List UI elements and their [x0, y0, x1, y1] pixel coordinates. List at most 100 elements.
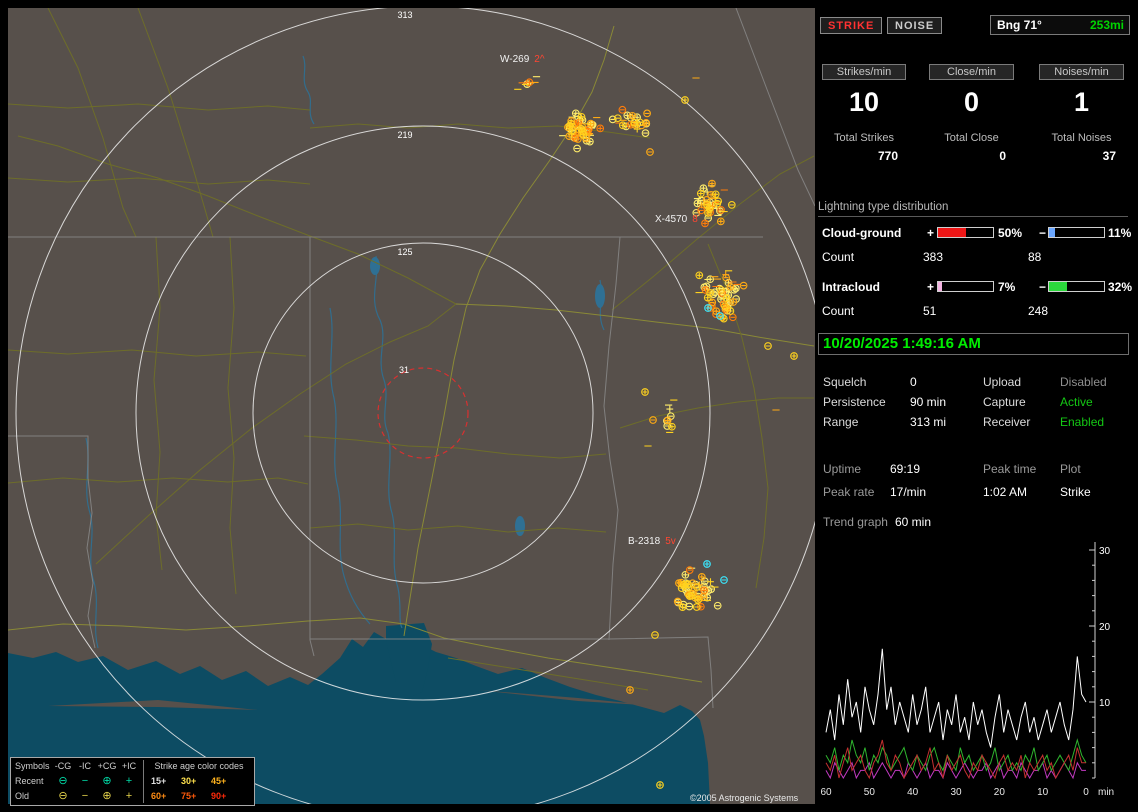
upload-status: Disabled [1060, 375, 1107, 389]
ic-neg-bar [1048, 281, 1105, 292]
svg-text:20: 20 [994, 787, 1006, 798]
status-row-persistence: Persistence 90 min Capture Active [818, 395, 1130, 411]
persistence-label: Persistence [823, 395, 886, 409]
legend-symbols-title: Symbols [15, 759, 50, 773]
session-row-1: Uptime 69:19 Peak time Plot [818, 462, 1130, 478]
svg-text:30: 30 [1099, 546, 1111, 557]
svg-text:0: 0 [1083, 787, 1089, 798]
persistence-value: 90 min [910, 395, 946, 409]
plot-value: Strike [1060, 485, 1091, 499]
age-code-60: 60+ [151, 789, 177, 803]
total-close-label: Total Close [929, 132, 1014, 144]
trend-window-value: 60 min [895, 515, 931, 529]
range-value: 313 mi [910, 415, 946, 429]
upload-label: Upload [983, 375, 1021, 389]
bearing-distance: 253mi [1090, 16, 1124, 34]
recent-neg-cg-icon: ⊖ [53, 774, 73, 788]
plot-label: Plot [1060, 462, 1081, 476]
strikes-per-min-value: 10 [822, 87, 906, 118]
svg-text:10: 10 [1099, 698, 1111, 709]
svg-text:125: 125 [397, 247, 412, 257]
trend-graph-row: Trend graph 60 min [818, 515, 1130, 531]
cg-neg-pct: 11% [1108, 226, 1131, 240]
cg-neg-fill [1049, 228, 1055, 237]
close-per-min-button[interactable]: Close/min [929, 64, 1014, 80]
legend-col-pos-ic: +IC [119, 759, 139, 773]
strike-legend: Symbols -CG -IC +CG +IC Strike age color… [10, 757, 255, 806]
peak-rate-value: 17/min [890, 485, 926, 499]
legend-age-title: Strike age color codes [146, 759, 252, 773]
squelch-label: Squelch [823, 375, 866, 389]
legend-col-pos-cg: +CG [97, 759, 117, 773]
cg-pos-bar [937, 227, 994, 238]
ic-count-label: Count [822, 304, 854, 318]
strikes-per-min-button[interactable]: Strikes/min [822, 64, 906, 80]
squelch-value: 0 [910, 375, 917, 389]
trend-graph-chart: 1020306050403020100min [818, 538, 1130, 804]
noises-per-min-button[interactable]: Noises/min [1039, 64, 1124, 80]
age-code-15: 15+ [151, 774, 177, 788]
svg-text:X-45708`: X-45708` [655, 213, 701, 225]
legend-header-row: Symbols -CG -IC +CG +IC Strike age color… [11, 759, 254, 773]
uptime-label: Uptime [823, 462, 861, 476]
age-code-45: 45+ [211, 774, 237, 788]
legend-col-neg-cg: -CG [53, 759, 73, 773]
recent-pos-cg-icon: ⊕ [97, 774, 117, 788]
peak-rate-label: Peak rate [823, 485, 874, 499]
peak-time-value: 1:02 AM [983, 485, 1027, 499]
noises-per-min-value: 1 [1039, 87, 1124, 118]
capture-status: Active [1060, 395, 1093, 409]
status-row-range: Range 313 mi Receiver Enabled [818, 415, 1130, 431]
svg-text:31: 31 [399, 365, 409, 375]
legend-old-row: Old ⊖ − ⊕ + 60+ 75+ 90+ [11, 789, 254, 803]
ic-pos-bar [937, 281, 994, 292]
minus-sign: − [1039, 280, 1046, 294]
svg-text:B-23185v: B-23185v [628, 536, 676, 547]
lightning-map[interactable]: 313 219 125 31 W-2692^ X-45708` B-23185v [8, 8, 815, 804]
intracloud-row: Intracloud + 7% − 32% [818, 280, 1130, 294]
ic-pos-count: 51 [923, 304, 936, 318]
noise-button[interactable]: NOISE [887, 17, 942, 34]
receiver-label: Receiver [983, 415, 1030, 429]
lightning-map-area[interactable]: 313 219 125 31 W-2692^ X-45708` B-23185v Symb… [8, 8, 815, 804]
recent-neg-ic-icon: − [75, 774, 95, 788]
close-per-min-value: 0 [929, 87, 1014, 118]
legend-recent-row: Recent ⊖ − ⊕ + 15+ 30+ 45+ [11, 774, 254, 788]
cg-neg-bar [1048, 227, 1105, 238]
svg-text:10: 10 [1037, 787, 1049, 798]
plus-sign: + [927, 226, 934, 240]
ic-pos-pct: 7% [998, 280, 1015, 294]
datetime-display: 10/20/2025 1:49:16 AM [818, 333, 1129, 355]
svg-text:219: 219 [397, 130, 412, 140]
control-panel: STRIKE NOISE Bng 71° 253mi Strikes/min C… [818, 8, 1130, 804]
svg-text:30: 30 [950, 787, 962, 798]
uptime-value: 69:19 [890, 462, 920, 476]
svg-text:20: 20 [1099, 622, 1111, 633]
total-strikes-label: Total Strikes [822, 132, 906, 144]
age-code-75: 75+ [181, 789, 207, 803]
svg-text:W-2692^: W-2692^ [500, 54, 545, 65]
capture-label: Capture [983, 395, 1026, 409]
copyright-text: ©2005 Astrogenic Systems [690, 793, 798, 803]
distribution-title: Lightning type distribution [818, 201, 1128, 217]
total-noises-label: Total Noises [1039, 132, 1124, 144]
bearing-box: Bng 71° 253mi [990, 15, 1130, 35]
total-close-value: 0 [929, 149, 1014, 163]
svg-text:min: min [1098, 787, 1114, 798]
total-noises-value: 37 [1039, 149, 1124, 163]
strike-button[interactable]: STRIKE [820, 17, 882, 34]
legend-col-neg-ic: -IC [75, 759, 95, 773]
svg-text:50: 50 [864, 787, 876, 798]
svg-text:313: 313 [397, 10, 412, 20]
ic-neg-count: 248 [1028, 304, 1048, 318]
minus-sign: − [1039, 226, 1046, 240]
age-code-30: 30+ [181, 774, 207, 788]
bearing-value: Bng 71° [997, 16, 1042, 34]
receiver-status: Enabled [1060, 415, 1104, 429]
cg-pos-count: 383 [923, 250, 943, 264]
old-neg-cg-icon: ⊖ [53, 789, 73, 803]
plus-sign: + [927, 280, 934, 294]
cg-count-label: Count [822, 250, 854, 264]
ic-neg-pct: 32% [1108, 280, 1132, 294]
total-strikes-value: 770 [822, 149, 906, 163]
